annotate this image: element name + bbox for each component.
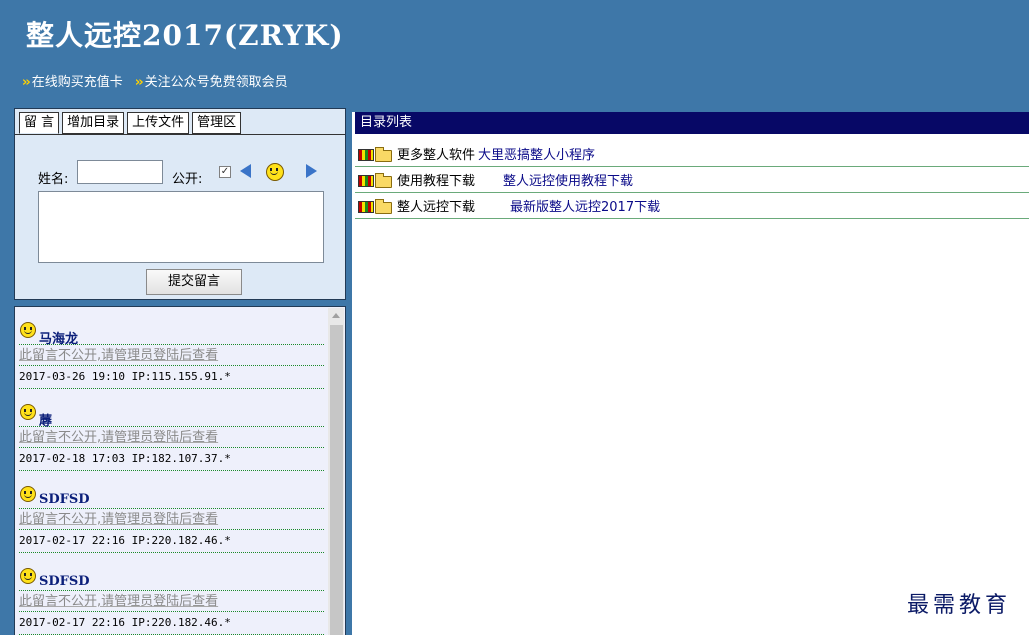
scroll-up-arrow-icon[interactable] (332, 313, 340, 318)
message-private-notice[interactable]: 此留言不公开,请管理员登陆后查看 (19, 345, 324, 366)
message-form-panel: 留 言 增加目录 上传文件 管理区 姓名: 公开: ✓ 提交留言 (14, 108, 346, 300)
message-item: SDFSD 此留言不公开,请管理员登陆后查看 2017-02-17 22:16 … (19, 566, 324, 635)
directory-row: 整人远控下载 最新版整人远控2017下载 (355, 196, 1029, 219)
message-meta: 2017-03-26 19:10 IP:115.155.91.* (19, 366, 324, 389)
name-label: 姓名: (38, 172, 69, 187)
left-column: 留 言 增加目录 上传文件 管理区 姓名: 公开: ✓ 提交留言 马海龙 此留言… (0, 98, 352, 635)
smiley-face-icon (20, 404, 36, 420)
directory-row: 使用教程下载 整人远控使用教程下载 (355, 170, 1029, 193)
message-scrollbar[interactable] (328, 308, 344, 635)
directory-category[interactable]: 更多整人软件 (397, 144, 475, 167)
message-header: 蓐 (19, 402, 324, 429)
smiley-face-icon (20, 486, 36, 502)
folder-icon (375, 173, 392, 188)
books-icon (358, 175, 374, 187)
message-header: SDFSD (19, 484, 324, 509)
message-author: SDFSD (39, 492, 90, 507)
message-item: 马海龙 此留言不公开,请管理员登陆后查看 2017-03-26 19:10 IP… (19, 320, 324, 389)
tab-add-directory[interactable]: 增加目录 (62, 112, 125, 134)
message-private-notice[interactable]: 此留言不公开,请管理员登陆后查看 (19, 591, 324, 612)
right-top-strip (352, 98, 1029, 112)
directory-row: 更多整人软件 大里恶搞整人小程序 (355, 144, 1029, 167)
smiley-face-icon[interactable] (266, 163, 284, 181)
books-icon (358, 149, 374, 161)
scroll-thumb[interactable] (330, 325, 343, 635)
public-label: 公开: (172, 172, 203, 187)
tabs-divider (15, 134, 345, 135)
message-header: SDFSD (19, 566, 324, 591)
double-arrow-icon: ›› (22, 75, 31, 90)
smiley-face-icon (20, 568, 36, 584)
tab-message[interactable]: 留 言 (19, 112, 60, 134)
message-meta: 2017-02-18 17:03 IP:182.107.37.* (19, 448, 324, 471)
message-author: 蓐 (39, 414, 53, 429)
message-author: 马海龙 (39, 332, 79, 347)
site-title: 整人远控2017(ZRYK) (26, 19, 344, 52)
directory-category[interactable]: 整人远控下载 (397, 196, 475, 219)
message-author: SDFSD (39, 574, 90, 589)
tab-upload-file[interactable]: 上传文件 (127, 112, 190, 134)
message-list-panel: 马海龙 此留言不公开,请管理员登陆后查看 2017-03-26 19:10 IP… (14, 306, 346, 635)
site-header: 整人远控2017(ZRYK) ›› 在线购买充值卡 ›› 关注公众号免费领取会员 (0, 0, 1029, 98)
directory-category[interactable]: 使用教程下载 (397, 170, 475, 193)
top-links: ›› 在线购买充值卡 ›› 关注公众号免费领取会员 (22, 71, 296, 90)
directory-link[interactable]: 最新版整人远控2017下载 (510, 196, 660, 219)
message-item: SDFSD 此留言不公开,请管理员登陆后查看 2017-02-17 22:16 … (19, 484, 324, 553)
public-checkbox[interactable]: ✓ (219, 166, 231, 178)
watermark-text: 最需教育 (907, 593, 1012, 618)
folder-icon (375, 199, 392, 214)
follow-account-link[interactable]: 关注公众号免费领取会员 (145, 75, 288, 90)
directory-header: 目录列表 (355, 112, 1029, 134)
tab-admin[interactable]: 管理区 (192, 112, 242, 134)
message-private-notice[interactable]: 此留言不公开,请管理员登陆后查看 (19, 427, 324, 448)
double-arrow-icon: ›› (134, 75, 144, 90)
buy-card-link[interactable]: 在线购买充值卡 (32, 75, 123, 90)
message-item: 蓐 此留言不公开,请管理员登陆后查看 2017-02-18 17:03 IP:1… (19, 402, 324, 471)
folder-icon (375, 147, 392, 162)
directory-link[interactable]: 整人远控使用教程下载 (503, 170, 633, 193)
message-header: 马海龙 (19, 320, 324, 347)
directory-link[interactable]: 大里恶搞整人小程序 (478, 144, 595, 167)
form-tabs: 留 言 增加目录 上传文件 管理区 (19, 112, 242, 134)
name-input[interactable] (77, 160, 163, 184)
next-emoticon-arrow-icon[interactable] (306, 164, 317, 178)
message-meta: 2017-02-17 22:16 IP:220.182.46.* (19, 612, 324, 635)
message-textarea[interactable] (38, 191, 324, 263)
message-private-notice[interactable]: 此留言不公开,请管理员登陆后查看 (19, 509, 324, 530)
submit-message-button[interactable]: 提交留言 (146, 269, 242, 295)
prev-emoticon-arrow-icon[interactable] (240, 164, 251, 178)
right-column: 目录列表 更多整人软件 大里恶搞整人小程序 使用教程下载 整人远控使用教程下载 … (352, 98, 1029, 635)
books-icon (358, 201, 374, 213)
smiley-face-icon (20, 322, 36, 338)
message-meta: 2017-02-17 22:16 IP:220.182.46.* (19, 530, 324, 553)
